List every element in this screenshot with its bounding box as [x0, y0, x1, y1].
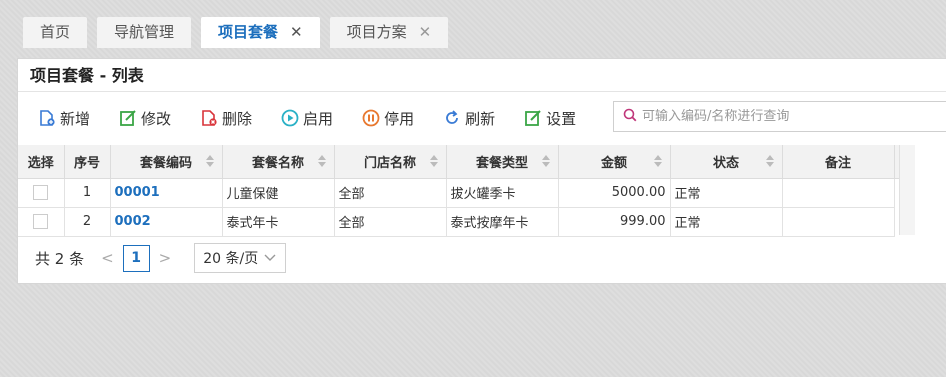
enable-label: 启用 — [303, 109, 334, 128]
page-size-value: 20 条/页 — [203, 251, 259, 267]
chevron-down-icon — [264, 250, 276, 266]
play-icon — [281, 109, 299, 127]
settings-icon — [524, 109, 542, 127]
table-row[interactable]: 1 00001 儿童保健 全部 拔火罐季卡 5000.00 正常 — [18, 178, 915, 208]
tab-project-package[interactable]: 项目套餐 ✕ — [201, 17, 320, 48]
table-header: 选择 序号 套餐编码 套餐名称 门店名称 套餐类型 金额 状态 备注 — [18, 145, 915, 179]
col-code[interactable]: 套餐编码 — [110, 145, 223, 179]
col-store-label: 门店名称 — [363, 155, 416, 171]
row-amount: 5000.00 — [558, 178, 671, 208]
add-file-icon — [38, 109, 56, 127]
row-code[interactable]: 00001 — [110, 178, 223, 208]
sort-icon[interactable] — [765, 155, 774, 167]
edit-icon — [119, 109, 137, 127]
tab-label: 项目方案 — [346, 23, 407, 41]
pagination: 共 2 条 < 1 > 20 条/页 — [35, 243, 287, 273]
col-select: 选择 — [18, 145, 65, 179]
sort-icon[interactable] — [317, 155, 326, 167]
sort-icon[interactable] — [205, 155, 214, 167]
row-amount: 999.00 — [558, 207, 671, 237]
close-icon[interactable]: ✕ — [419, 17, 432, 48]
data-grid: 选择 序号 套餐编码 套餐名称 门店名称 套餐类型 金额 状态 备注 1 000… — [18, 145, 915, 237]
tab-bar: 首页 导航管理 项目套餐 ✕ 项目方案 ✕ — [23, 17, 458, 48]
add-label: 新增 — [60, 109, 91, 128]
tab-project-plan[interactable]: 项目方案 ✕ — [329, 17, 449, 48]
row-store: 全部 — [334, 207, 447, 237]
sort-icon[interactable] — [653, 155, 662, 167]
row-index: 1 — [64, 178, 111, 208]
refresh-button[interactable]: 刷新 — [443, 108, 495, 129]
add-button[interactable]: 新增 — [38, 108, 90, 129]
row-select-cell[interactable] — [18, 207, 65, 237]
row-select-cell[interactable] — [18, 178, 65, 208]
row-status: 正常 — [670, 207, 783, 237]
row-store: 全部 — [334, 178, 447, 208]
col-store[interactable]: 门店名称 — [334, 145, 447, 179]
page-number-current[interactable]: 1 — [122, 244, 150, 272]
page-size-select[interactable]: 20 条/页 — [194, 243, 287, 273]
sort-icon[interactable] — [429, 155, 438, 167]
refresh-label: 刷新 — [465, 109, 496, 128]
disable-button[interactable]: 停用 — [362, 108, 414, 129]
close-icon[interactable]: ✕ — [290, 17, 303, 48]
delete-file-icon — [200, 109, 218, 127]
edit-button[interactable]: 修改 — [119, 108, 171, 129]
col-amount[interactable]: 金额 — [558, 145, 671, 179]
page-title: 项目套餐 - 列表 — [18, 59, 946, 92]
sort-icon[interactable] — [541, 155, 550, 167]
col-name[interactable]: 套餐名称 — [222, 145, 335, 179]
row-name: 泰式年卡 — [222, 207, 335, 237]
row-status: 正常 — [670, 178, 783, 208]
tab-label: 项目套餐 — [218, 23, 279, 41]
col-name-label: 套餐名称 — [251, 155, 304, 171]
row-code[interactable]: 0002 — [110, 207, 223, 237]
settings-button[interactable]: 设置 — [524, 108, 576, 129]
tab-home[interactable]: 首页 — [23, 17, 88, 48]
settings-label: 设置 — [546, 109, 577, 128]
refresh-icon — [443, 109, 461, 127]
row-remark — [782, 207, 895, 237]
col-status[interactable]: 状态 — [670, 145, 783, 179]
tab-navigation-management[interactable]: 导航管理 — [97, 17, 192, 48]
row-type: 泰式按摩年卡 — [446, 207, 559, 237]
tab-label: 首页 — [40, 23, 71, 41]
enable-button[interactable]: 启用 — [281, 108, 333, 129]
search-icon — [623, 108, 637, 126]
delete-label: 删除 — [222, 109, 253, 128]
edit-label: 修改 — [141, 109, 172, 128]
vertical-scrollbar[interactable] — [899, 145, 915, 235]
table-row[interactable]: 2 0002 泰式年卡 全部 泰式按摩年卡 999.00 正常 — [18, 207, 915, 237]
pause-icon — [362, 109, 380, 127]
delete-button[interactable]: 删除 — [200, 108, 252, 129]
col-status-label: 状态 — [712, 155, 739, 171]
col-type[interactable]: 套餐类型 — [446, 145, 559, 179]
list-panel: 项目套餐 - 列表 新增 修改 删除 启用 停用 刷新 设置 可输入编码/名称进… — [17, 58, 946, 284]
row-type: 拔火罐季卡 — [446, 178, 559, 208]
disable-label: 停用 — [384, 109, 415, 128]
col-remark: 备注 — [782, 145, 895, 179]
search-input[interactable] — [642, 109, 942, 124]
col-amount-label: 金额 — [600, 155, 627, 171]
total-count: 共 2 条 — [35, 249, 85, 268]
row-checkbox[interactable] — [33, 185, 49, 200]
prev-page-button[interactable]: < — [101, 249, 114, 267]
next-page-button[interactable]: > — [159, 249, 172, 267]
search-box — [613, 101, 946, 132]
col-index: 序号 — [64, 145, 111, 179]
row-name: 儿童保健 — [222, 178, 335, 208]
row-index: 2 — [64, 207, 111, 237]
toolbar: 新增 修改 删除 启用 停用 刷新 设置 可输入编码/名称进行查询 — [18, 92, 946, 144]
row-checkbox[interactable] — [33, 214, 49, 229]
row-remark — [782, 178, 895, 208]
col-type-label: 套餐类型 — [475, 155, 528, 171]
tab-label: 导航管理 — [114, 23, 175, 41]
col-code-label: 套餐编码 — [139, 155, 192, 171]
